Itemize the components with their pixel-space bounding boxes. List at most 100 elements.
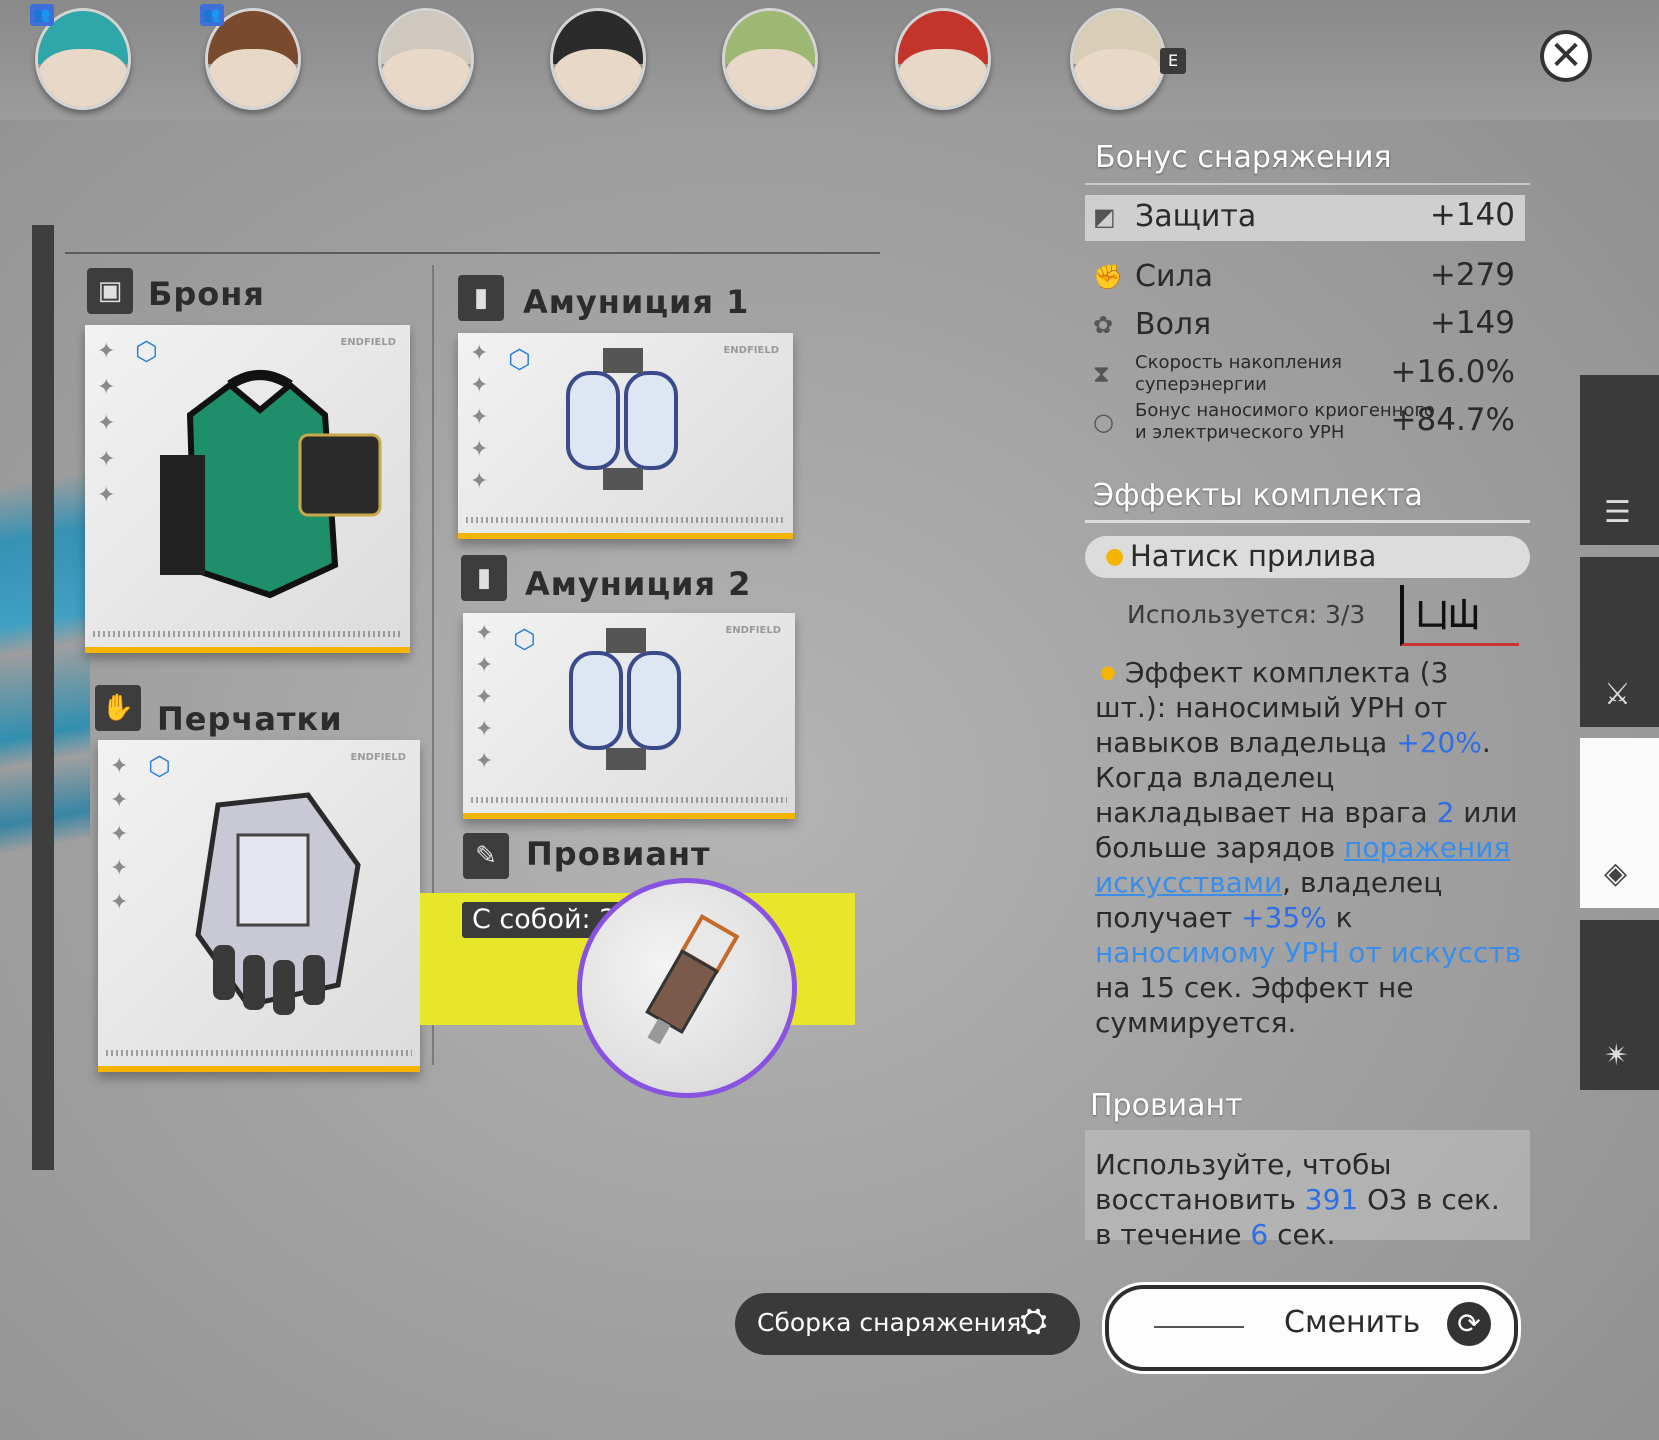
slot-title-armor: Броня	[148, 275, 265, 313]
ammo-2-card[interactable]: ⬡ ENDFIELD ✦ ✦ ✦ ✦ ✦	[463, 613, 795, 819]
stat-name: Сила	[1135, 259, 1214, 294]
brain-icon: ✿	[1093, 311, 1114, 339]
gloves-card[interactable]: ⬡ ENDFIELD ✦ ✦ ✦ ✦ ✦	[98, 740, 420, 1072]
armor-icon: ▣	[87, 268, 133, 314]
tab-gear[interactable]: ◈	[1580, 738, 1659, 908]
hotkey-badge: E	[1160, 48, 1186, 74]
stat-row: ○ Бонус наносимого криогенного и электрич…	[1085, 400, 1525, 446]
stat-value: +279	[1429, 257, 1515, 293]
character-portrait-icon	[381, 49, 471, 107]
stat-row: ✿ Воля +149	[1085, 303, 1525, 349]
stat-row: ⧗ Скорость накопления суперэнергии +16.0%	[1085, 352, 1525, 398]
level-pip-icon: ✦	[97, 375, 116, 400]
bonus-title: Бонус снаряжения	[1095, 140, 1392, 175]
gear-icon: ◈	[1604, 856, 1628, 891]
set-usage: Используется: 3/3	[1127, 600, 1366, 629]
fist-icon: ✊	[1093, 263, 1123, 291]
effect-text-part: сек.	[1268, 1218, 1336, 1251]
card-barcode	[106, 1050, 412, 1056]
menu-icon: ☰	[1604, 495, 1631, 530]
shield-icon: ◩	[1093, 203, 1116, 231]
armor-card[interactable]: ⬡ ENDFIELD ✦ ✦ ✦ ✦ ✦	[85, 325, 410, 653]
party-member-4[interactable]	[550, 8, 646, 110]
card-barcode	[471, 797, 787, 803]
effect-text-part: на 15 сек. Эффект не суммируется.	[1095, 971, 1414, 1039]
brand-label: ENDFIELD	[723, 345, 779, 356]
stat-value: +16.0%	[1390, 354, 1515, 390]
stat-row: ✊ Сила +279	[1085, 255, 1525, 301]
ammo-1-card[interactable]: ⬡ ENDFIELD ✦ ✦ ✦ ✦ ✦	[458, 333, 793, 539]
effect-value: 391	[1304, 1183, 1359, 1216]
effect-text-part: к	[1326, 901, 1353, 934]
divider-line	[1085, 183, 1530, 185]
tab-weapon[interactable]: ⚔	[1580, 557, 1659, 727]
level-pip-icon: ✦	[475, 653, 494, 678]
brand-label: ENDFIELD	[350, 752, 406, 763]
keyword-link[interactable]: наносимому УРН от искусств	[1095, 936, 1521, 969]
set-name-pill[interactable]: ● Натиск прилива	[1085, 536, 1530, 578]
skill-icon: ✴	[1604, 1038, 1630, 1073]
gear-assembly-button[interactable]: Сборка снаряжения ⛭	[735, 1293, 1080, 1355]
gear-assembly-label: Сборка снаряжения	[757, 1308, 1022, 1337]
set-name: Натиск прилива	[1130, 539, 1377, 573]
level-pip-icon: ✦	[110, 754, 129, 779]
rarity-gem-icon: ⬡	[135, 337, 158, 367]
level-pip-icon: ✦	[470, 373, 489, 398]
level-pip-icon: ✦	[97, 339, 116, 364]
swap-label: Сменить	[1284, 1305, 1421, 1340]
ammo-icon: ▮	[461, 555, 507, 601]
effect-value: 6	[1250, 1218, 1269, 1251]
effect-value: 2	[1436, 796, 1455, 829]
faction-logo-mark-icon: ⼐⼭	[1416, 596, 1481, 634]
hourglass-icon: ⧗	[1093, 360, 1110, 388]
level-pip-icon: ✦	[475, 685, 494, 710]
close-button[interactable]: ✕	[1540, 30, 1592, 82]
rarity-gem-icon: ⬡	[508, 345, 531, 375]
set-dot-icon: ●	[1105, 544, 1125, 569]
level-pip-icon: ✦	[470, 469, 489, 494]
party-icon: 👥	[30, 4, 54, 26]
food-item[interactable]	[577, 878, 797, 1098]
effect-value: +35%	[1241, 901, 1327, 934]
slot-title-ammo-1: Амуниция 1	[523, 283, 750, 321]
stat-value: +140	[1429, 197, 1515, 233]
stat-name: Воля	[1135, 307, 1212, 342]
party-member-3[interactable]	[378, 8, 474, 110]
rarity-gem-icon: ⬡	[513, 625, 536, 655]
slot-title-ammo-2: Амуниция 2	[525, 565, 752, 603]
gas-tank-icon	[566, 348, 678, 490]
stat-value: +84.7%	[1390, 402, 1515, 438]
armor-vest-icon	[160, 370, 382, 599]
gas-tank-icon	[569, 628, 681, 770]
tab-skills[interactable]: ✴	[1580, 920, 1659, 1090]
level-pip-icon: ✦	[110, 890, 129, 915]
brand-label: ENDFIELD	[725, 625, 781, 636]
party-member-7[interactable]	[1070, 8, 1166, 110]
effect-value: +20%	[1396, 726, 1482, 759]
stat-value: +149	[1429, 305, 1515, 341]
level-pip-icon: ✦	[470, 405, 489, 430]
food-icon: ✎	[463, 833, 509, 879]
character-portrait-icon	[725, 49, 815, 107]
tab-overview[interactable]: ☰	[1580, 375, 1659, 545]
faction-logo: ⼐⼭	[1400, 585, 1519, 646]
stat-name: Защита	[1135, 199, 1257, 234]
character-portrait-icon	[38, 49, 128, 107]
swap-button[interactable]: Сменить ⟳	[1105, 1285, 1518, 1371]
side-scroll-bar	[32, 225, 54, 1170]
character-portrait-icon	[898, 49, 988, 107]
card-barcode	[466, 517, 785, 523]
slot-title-food: Провиант	[526, 835, 711, 873]
weapon-icon: ⚔	[1604, 677, 1631, 712]
swap-line	[1154, 1326, 1244, 1328]
level-pip-icon: ✦	[475, 717, 494, 742]
level-pip-icon: ✦	[470, 437, 489, 462]
close-icon: ✕	[1549, 33, 1583, 79]
party-member-5[interactable]	[722, 8, 818, 110]
dot-icon: ○	[1093, 408, 1114, 436]
swap-icon: ⟳	[1447, 1302, 1491, 1346]
level-pip-icon: ✦	[97, 447, 116, 472]
level-pip-icon: ✦	[110, 822, 129, 847]
party-member-6[interactable]	[895, 8, 991, 110]
level-pip-icon: ✦	[110, 788, 129, 813]
